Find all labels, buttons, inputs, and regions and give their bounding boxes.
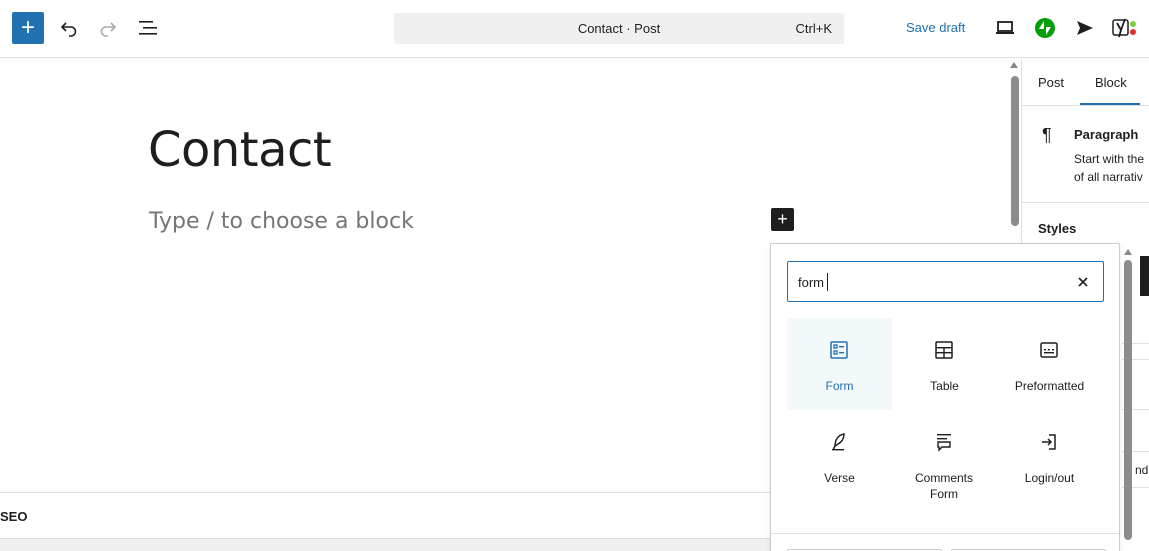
redo-button[interactable] bbox=[95, 14, 121, 42]
tab-block[interactable]: Block bbox=[1095, 75, 1127, 90]
tab-post[interactable]: Post bbox=[1038, 75, 1064, 90]
command-palette-bar[interactable]: Contact · Post Ctrl+K bbox=[394, 13, 844, 44]
command-shortcut: Ctrl+K bbox=[795, 21, 832, 36]
popover-divider bbox=[771, 533, 1119, 534]
redo-icon bbox=[100, 22, 117, 37]
block-item-login-out[interactable]: Login/out bbox=[997, 410, 1102, 510]
form-icon bbox=[827, 338, 851, 362]
top-toolbar: + Contact · Post Ctrl+K Save draft bbox=[0, 0, 1149, 58]
document-title: Contact · Post bbox=[577, 21, 661, 36]
block-item-label: Verse bbox=[824, 471, 855, 485]
block-card-title: Paragraph bbox=[1074, 127, 1139, 142]
sidebar-divider bbox=[1022, 105, 1149, 106]
style-option[interactable] bbox=[1140, 256, 1149, 296]
canvas-scrollbar-thumb[interactable] bbox=[1011, 76, 1019, 226]
block-item-label: Table bbox=[930, 379, 959, 393]
block-item-form[interactable]: Form bbox=[787, 318, 892, 410]
list-view-icon bbox=[139, 21, 157, 35]
login-icon bbox=[1037, 430, 1061, 454]
block-item-table[interactable]: Table bbox=[892, 318, 997, 410]
block-item-comments-form[interactable]: Comments Form bbox=[892, 410, 997, 510]
yoast-seo-button[interactable] bbox=[1110, 16, 1140, 40]
verse-icon bbox=[827, 430, 851, 454]
laptop-icon bbox=[996, 21, 1014, 34]
block-item-verse[interactable]: Verse bbox=[787, 410, 892, 510]
sidebar-divider bbox=[1022, 202, 1149, 203]
send-icon bbox=[1077, 21, 1093, 35]
scroll-up-arrow-icon[interactable] bbox=[1124, 249, 1132, 255]
block-search-input[interactable] bbox=[798, 272, 1058, 292]
sidebar-scrollbar-thumb[interactable] bbox=[1124, 260, 1132, 540]
comments-form-icon bbox=[932, 430, 956, 454]
plus-icon: + bbox=[777, 209, 788, 229]
jetpack-button[interactable] bbox=[1034, 17, 1056, 39]
block-item-label: Comments Form bbox=[914, 471, 973, 501]
undo-button[interactable] bbox=[56, 14, 82, 42]
table-icon bbox=[932, 338, 956, 362]
block-search-box[interactable] bbox=[787, 261, 1104, 302]
preview-button[interactable] bbox=[993, 16, 1017, 40]
paragraph-icon: ¶ bbox=[1042, 125, 1052, 145]
undo-icon bbox=[60, 22, 77, 37]
list-view-button[interactable] bbox=[134, 14, 162, 42]
block-inserter-toggle-button[interactable]: + bbox=[12, 12, 44, 44]
publish-panel-button[interactable] bbox=[1073, 16, 1097, 40]
close-icon bbox=[1078, 277, 1088, 287]
post-title[interactable]: Contact bbox=[148, 122, 332, 178]
clear-search-button[interactable] bbox=[1073, 272, 1093, 292]
seo-metabox-label: SEO bbox=[0, 509, 28, 524]
scroll-up-arrow-icon[interactable] bbox=[1010, 62, 1018, 68]
plus-icon: + bbox=[20, 14, 35, 41]
block-item-label: Preformatted bbox=[1014, 379, 1085, 393]
text-caret bbox=[827, 273, 828, 291]
block-card-description: Start with the bbox=[1074, 152, 1145, 166]
styles-panel-heading[interactable]: Styles bbox=[1038, 221, 1076, 236]
block-card-description: of all narrativ bbox=[1074, 170, 1143, 184]
block-item-label: Login/out bbox=[1024, 471, 1075, 485]
block-item-label: Form bbox=[825, 379, 854, 393]
block-item-preformatted[interactable]: Preformatted bbox=[997, 318, 1102, 410]
empty-paragraph-block[interactable]: Type / to choose a block bbox=[149, 209, 414, 234]
quick-inserter-popover: Form Table bbox=[770, 243, 1120, 551]
save-draft-button[interactable]: Save draft bbox=[906, 20, 965, 35]
editor-root: + Contact · Post Ctrl+K Save draft Conta… bbox=[0, 0, 1149, 551]
jetpack-icon bbox=[1035, 18, 1055, 38]
sidebar-truncated-text: nd bbox=[1135, 463, 1149, 477]
yoast-icon bbox=[1112, 18, 1136, 38]
preformatted-icon bbox=[1037, 338, 1061, 362]
inline-block-inserter-button[interactable]: + bbox=[771, 208, 794, 231]
